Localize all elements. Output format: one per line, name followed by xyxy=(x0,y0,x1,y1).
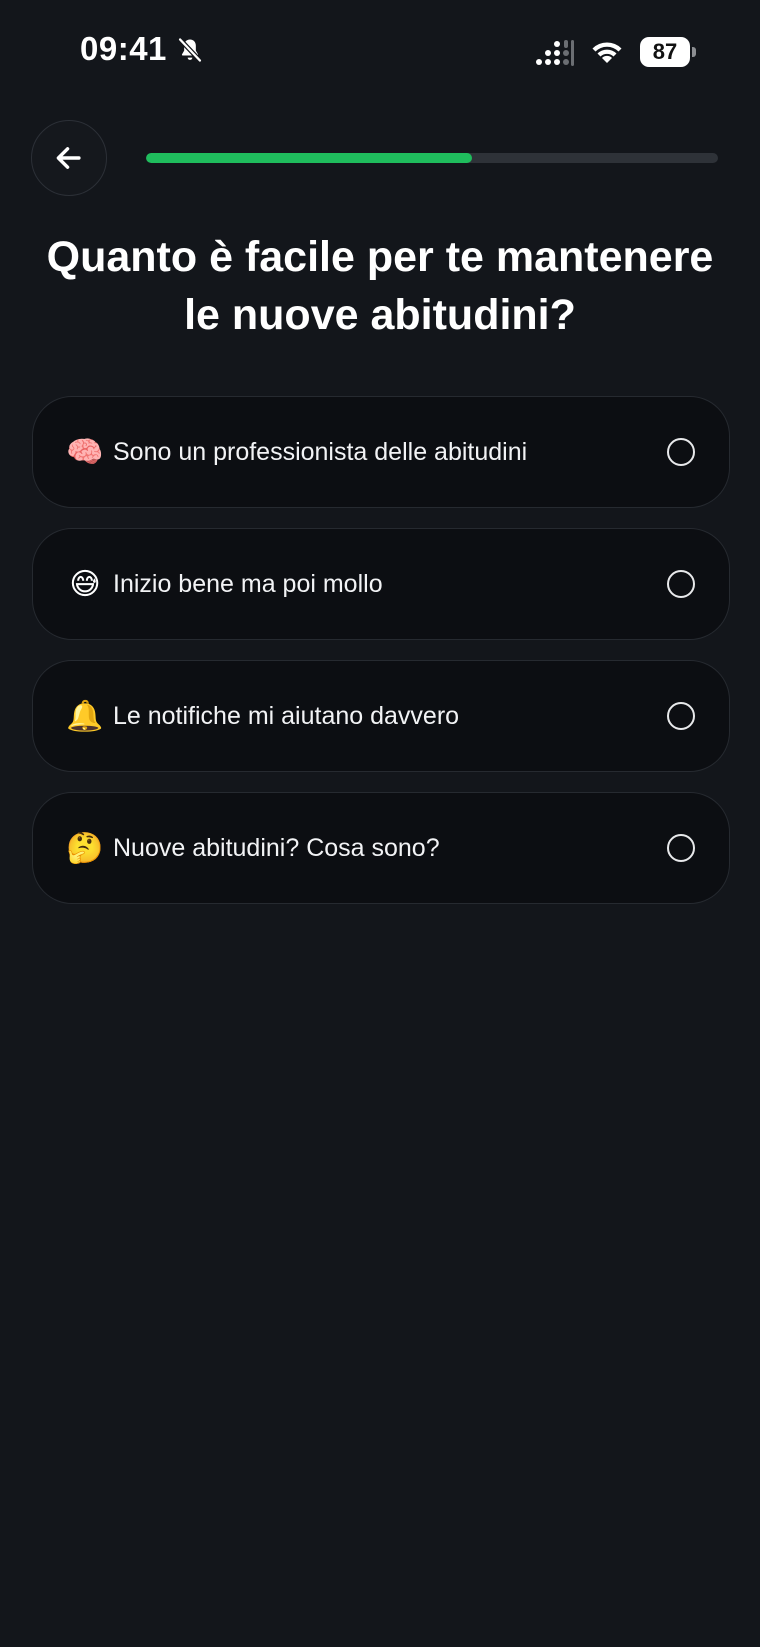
radio-button[interactable] xyxy=(667,438,695,466)
option-card[interactable]: 🤔 Nuove abitudini? Cosa sono? xyxy=(32,792,730,904)
radio-button[interactable] xyxy=(667,702,695,730)
progress-bar xyxy=(146,153,718,163)
option-card[interactable]: 🔔 Le notifiche mi aiutano davvero xyxy=(32,660,730,772)
back-button[interactable] xyxy=(31,120,107,196)
option-label: Le notifiche mi aiutano davvero xyxy=(113,701,460,730)
options-list: 🧠 Sono un professionista delle abitudini 😅… xyxy=(32,396,730,924)
progress-fill xyxy=(146,153,473,163)
option-emoji: 🔔 xyxy=(66,699,104,733)
radio-button[interactable] xyxy=(667,834,695,862)
arrow-left-icon xyxy=(56,147,81,169)
option-emoji: 😅 xyxy=(69,567,101,601)
status-bar: 09:41 87 xyxy=(0,0,760,100)
option-emoji: 🧠 xyxy=(66,435,104,469)
battery-level: 87 xyxy=(640,37,690,67)
radio-button[interactable] xyxy=(667,570,695,598)
status-time: 09:41 xyxy=(80,30,167,67)
option-card[interactable]: 😅 Inizio bene ma poi mollo xyxy=(32,528,730,640)
wifi-icon xyxy=(592,42,622,63)
question-title: Quanto è facile per te mantenere le nuov… xyxy=(46,233,714,339)
option-card[interactable]: 🧠 Sono un professionista delle abitudini xyxy=(32,396,730,508)
signal-icon xyxy=(536,40,574,66)
option-label: Nuove abitudini? Cosa sono? xyxy=(113,833,440,862)
option-label: Inizio bene ma poi mollo xyxy=(113,569,383,598)
option-label: Sono un professionista delle abitudini xyxy=(113,437,528,466)
option-emoji: 🤔 xyxy=(66,831,104,865)
battery-cap xyxy=(692,47,696,57)
battery-icon: 87 xyxy=(640,37,696,67)
bell-off-icon xyxy=(178,37,202,63)
